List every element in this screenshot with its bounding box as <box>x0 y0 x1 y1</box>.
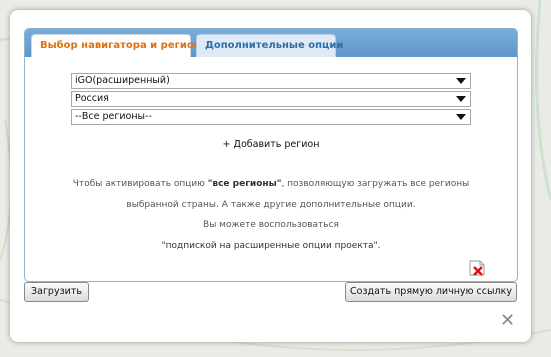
options-dialog: Выбор навигатора и региона Дополнительны… <box>10 10 531 342</box>
country-select-value: Россия <box>75 93 109 104</box>
close-icon[interactable]: ✕ <box>500 312 515 330</box>
info-line-2: выбранной страны. А также другие дополни… <box>126 200 416 210</box>
add-region-link[interactable]: + Добавить регион <box>25 139 517 150</box>
tabs-panel: Выбор навигатора и региона Дополнительны… <box>24 28 518 282</box>
navigator-select[interactable]: iGO(расширенный) <box>71 73 471 89</box>
subscription-link[interactable]: "подпиской на расширенные опции проекта"… <box>25 241 517 251</box>
info-line-1: Чтобы активировать опцию "все регионы", … <box>25 179 517 189</box>
upload-button[interactable]: Загрузить <box>24 282 89 302</box>
tab-navigator-region[interactable]: Выбор навигатора и региона <box>31 34 207 57</box>
tab-additional-options[interactable]: Дополнительные опции <box>196 34 343 57</box>
chevron-down-icon <box>456 96 466 102</box>
info-text: , позволяющую загружать все регионы <box>281 179 470 189</box>
tab-bar: Выбор навигатора и региона Дополнительны… <box>25 29 517 57</box>
broken-image-icon <box>469 260 485 276</box>
navigator-select-value: iGO(расширенный) <box>75 75 170 86</box>
info-all-regions: "все регионы" <box>207 179 282 189</box>
create-link-button[interactable]: Создать прямую личную ссылку <box>345 282 517 302</box>
region-select[interactable]: --Все регионы-- <box>71 109 471 125</box>
info-line-3: Вы можете воспользоваться <box>203 220 339 230</box>
chevron-down-icon <box>456 114 466 120</box>
country-select[interactable]: Россия <box>71 91 471 107</box>
chevron-down-icon <box>456 78 466 84</box>
info-text: Чтобы активировать опцию <box>72 179 208 189</box>
region-select-value: --Все регионы-- <box>75 111 152 122</box>
